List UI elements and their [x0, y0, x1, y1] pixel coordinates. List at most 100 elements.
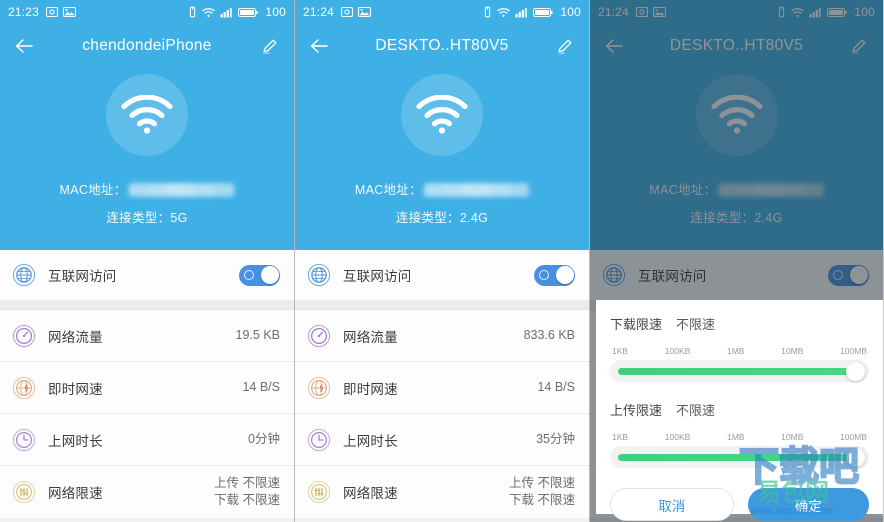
upload-slider-ticks: 1KB 100KB 1MB 10MB 100MB — [610, 432, 869, 442]
wifi-avatar — [106, 74, 188, 156]
pencil-icon — [558, 39, 572, 54]
upload-limit-label: 上传限速 — [610, 403, 663, 418]
wifi-avatar — [401, 74, 483, 156]
slider-thumb[interactable] — [846, 361, 865, 381]
row-instant-speed[interactable]: 即时网速 14 B/S — [295, 362, 589, 414]
row-label: 互联网访问 — [48, 269, 117, 284]
battery-percent: 100 — [560, 5, 581, 19]
row-value: 19.5 KB — [235, 328, 280, 343]
row-network-traffic[interactable]: 网络流量 833.6 KB — [295, 310, 589, 362]
upload-limit-slider[interactable] — [610, 446, 869, 468]
tick-label: 100MB — [840, 346, 867, 356]
vibrate-icon — [485, 6, 491, 18]
row-value: 14 B/S — [537, 380, 575, 395]
wifi-icon — [416, 95, 468, 134]
signal-icon — [515, 7, 528, 17]
download-limit-label: 下载限速 — [610, 317, 663, 332]
tick-label: 1KB — [612, 432, 629, 442]
connection-type: 连接类型：2.4G — [396, 207, 488, 226]
tick-label: 1MB — [726, 346, 745, 356]
row-network-traffic[interactable]: 网络流量 19.5 KB — [0, 310, 294, 362]
row-label: 即时网速 — [48, 381, 103, 397]
confirm-button[interactable]: 确定 — [747, 488, 869, 521]
pencil-icon — [263, 39, 277, 54]
list-separator — [0, 300, 294, 310]
upload-limit-header: 上传限速 不限速 — [610, 400, 869, 419]
settings-list: 互联网访问 网络流量 833.6 KB 即时网速 14 B/S 上网时长 35分… — [295, 250, 589, 518]
app-bar: chendondeiPhone — [0, 24, 294, 68]
tick-label: 10MB — [781, 432, 804, 442]
tick-label: 10MB — [781, 346, 804, 356]
connection-value: 2.4G — [459, 211, 489, 225]
screenshot-icon — [341, 6, 354, 18]
cancel-button[interactable]: 取消 — [610, 488, 734, 521]
download-limit-slider[interactable] — [610, 360, 869, 382]
gauge-icon — [12, 324, 36, 348]
tick-label: 100MB — [840, 432, 867, 442]
mac-label: MAC地址： — [354, 183, 422, 197]
mac-address: MAC地址：a8:5e:45:2b:99:c1 — [354, 179, 530, 198]
screenshot-stage: 21:23 100 chendondeiPhone MAC地址： 6c:21:A… — [0, 0, 884, 522]
row-label: 网络限速 — [343, 486, 398, 501]
screenshot-icon — [46, 6, 59, 18]
slider-fill — [618, 367, 851, 375]
row-label: 网络限速 — [48, 486, 103, 501]
connection-label: 连接类型： — [395, 211, 460, 225]
panel-iphone: 21:23 100 chendondeiPhone MAC地址： 6c:21:A… — [0, 0, 294, 522]
internet-access-toggle[interactable] — [239, 264, 280, 286]
row-instant-speed[interactable]: 即时网速 14 B/S — [0, 362, 294, 414]
mac-label: MAC地址： — [59, 183, 127, 197]
connection-type: 连接类型：5G — [106, 207, 187, 226]
tick-label: 100KB — [664, 432, 691, 442]
signal-icon — [220, 7, 233, 17]
row-online-duration[interactable]: 上网时长 35分钟 — [295, 414, 589, 466]
globe-icon — [12, 263, 36, 287]
row-internet-access[interactable]: 互联网访问 — [0, 250, 294, 300]
battery-icon — [533, 7, 553, 17]
row-label: 网络流量 — [343, 329, 398, 345]
row-value: 0分钟 — [248, 432, 280, 447]
app-bar: DESKTO..HT80V5 — [295, 24, 589, 68]
device-hero: MAC地址： 6c:21:A4:3c:40:14 连接类型：5G — [0, 68, 294, 250]
slider-fill — [618, 453, 851, 461]
row-speed-limit[interactable]: 网络限速 上传 不限速 下载 不限速 — [0, 466, 294, 518]
row-label: 互联网访问 — [343, 269, 412, 284]
row-value: 上传 不限速 下载 不限速 — [214, 476, 280, 507]
internet-access-toggle[interactable] — [534, 264, 575, 286]
back-button[interactable] — [12, 34, 36, 58]
download-slider-ticks: 1KB 100KB 1MB 10MB 100MB — [610, 346, 869, 356]
status-bar: 21:24 100 — [295, 0, 589, 24]
wifi-icon — [202, 7, 216, 17]
edit-button[interactable] — [553, 34, 577, 58]
wifi-icon — [497, 7, 511, 17]
edit-button[interactable] — [258, 34, 282, 58]
speed-icon — [307, 376, 331, 400]
row-value: 14 B/S — [242, 380, 280, 395]
back-button[interactable] — [307, 34, 331, 58]
arrow-left-icon — [15, 39, 33, 53]
row-value: 上传 不限速 下载 不限速 — [509, 476, 575, 507]
row-label: 上网时长 — [48, 433, 103, 449]
row-value: 833.6 KB — [523, 328, 575, 343]
upload-limit-value: 不限速 — [676, 403, 716, 418]
gallery-icon — [63, 6, 77, 18]
row-internet-access[interactable]: 互联网访问 — [295, 250, 589, 300]
row-label: 上网时长 — [343, 433, 398, 449]
page-title: DESKTO..HT80V5 — [375, 37, 509, 54]
slider-thumb[interactable] — [846, 447, 865, 467]
status-time: 21:24 — [303, 5, 335, 19]
vibrate-icon — [190, 6, 196, 18]
row-online-duration[interactable]: 上网时长 0分钟 — [0, 414, 294, 466]
status-bar: 21:23 100 — [0, 0, 294, 24]
arrow-left-icon — [310, 39, 328, 53]
list-separator — [295, 300, 589, 310]
speed-icon — [12, 376, 36, 400]
connection-label: 连接类型： — [106, 211, 171, 225]
download-limit-value: 不限速 — [676, 317, 716, 332]
device-hero: MAC地址：a8:5e:45:2b:99:c1 连接类型：2.4G — [295, 68, 589, 250]
row-label: 网络流量 — [48, 329, 103, 345]
wifi-icon — [121, 95, 173, 134]
tick-label: 1KB — [612, 346, 629, 356]
mac-address: MAC地址： 6c:21:A4:3c:40:14 — [60, 179, 235, 198]
row-speed-limit[interactable]: 网络限速 上传 不限速 下载 不限速 — [295, 466, 589, 518]
